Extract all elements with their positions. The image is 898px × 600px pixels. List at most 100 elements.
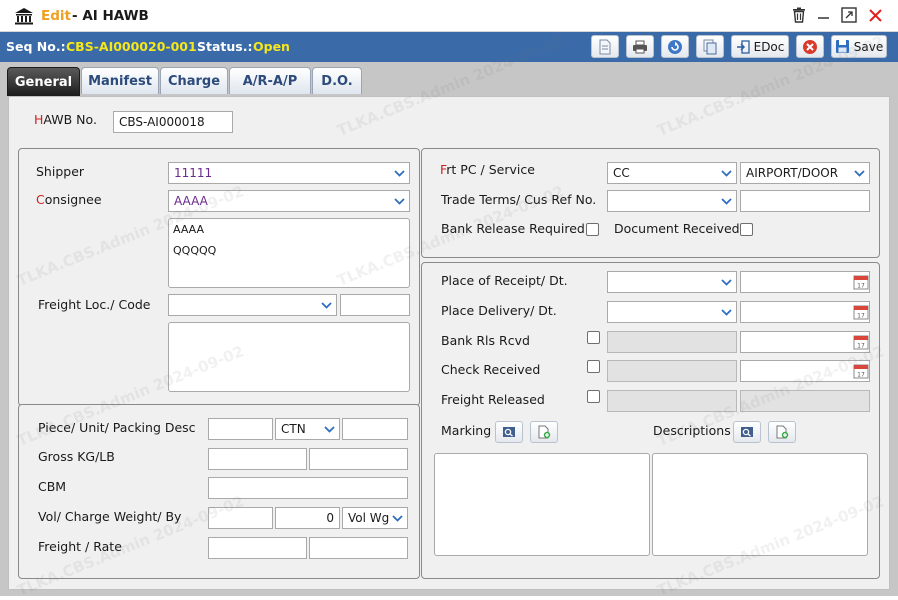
unit-select[interactable]: CTN	[275, 418, 340, 440]
chevron-down-icon	[849, 163, 869, 183]
trash-icon[interactable]	[792, 7, 806, 23]
calendar-icon[interactable]: 17	[853, 274, 869, 290]
consignee-address[interactable]: AAAA QQQQQ	[168, 218, 410, 288]
chevron-down-icon	[389, 163, 409, 183]
minimize-icon[interactable]	[817, 9, 831, 23]
status-value: Open	[253, 39, 290, 54]
cbm-input[interactable]	[208, 477, 408, 499]
gross-lb-input[interactable]	[309, 448, 408, 470]
tab-manifest[interactable]: Manifest	[81, 67, 159, 94]
edoc-button[interactable]: EDoc	[731, 35, 789, 58]
lookup-icon	[741, 427, 753, 437]
place-delivery-label: Place Delivery/ Dt.	[441, 303, 557, 318]
chevron-down-icon	[316, 295, 336, 315]
copy-icon	[703, 39, 717, 54]
frt-pc-select[interactable]: CC	[607, 162, 737, 184]
bank-release-label: Bank Release Required	[441, 221, 585, 236]
descriptions-lookup-button[interactable]	[733, 421, 761, 443]
piece-input[interactable]	[208, 418, 273, 440]
trade-terms-label: Trade Terms/ Cus Ref No.	[441, 192, 597, 207]
tab-charge[interactable]: Charge	[160, 67, 228, 94]
delivery-panel: Place of Receipt/ Dt. 17 Place Delivery/…	[421, 262, 880, 579]
cus-ref-no-input[interactable]	[740, 190, 870, 212]
rate-input[interactable]	[309, 537, 408, 559]
frt-pc-service-label: Frt PC / Service	[440, 162, 535, 177]
mode-label: Edit	[41, 8, 71, 24]
svg-text:17: 17	[857, 313, 865, 320]
check-received-date-input[interactable]	[740, 360, 870, 382]
tab-do[interactable]: D.O.	[312, 67, 362, 94]
tab-general[interactable]: General	[7, 67, 80, 96]
bank-rls-rcvd-label: Bank Rls Rcvd	[441, 333, 530, 348]
general-panel: HAWB No. CBS-AI000018 Shipper 11111 Cons…	[8, 32, 890, 600]
place-delivery-select[interactable]	[607, 301, 737, 323]
packing-desc-input[interactable]	[342, 418, 408, 440]
hawb-no-input[interactable]: CBS-AI000018	[113, 111, 233, 133]
edoc-label: EDoc	[753, 39, 785, 54]
document-button[interactable]	[591, 35, 619, 58]
vol-weight-input[interactable]	[208, 507, 273, 529]
consignee-label: Consignee	[36, 192, 102, 207]
svg-text:17: 17	[857, 283, 865, 290]
consignee-select[interactable]: AAAA	[168, 190, 410, 212]
freight-loc-address[interactable]	[168, 322, 410, 392]
cancel-icon	[803, 39, 817, 54]
calendar-icon[interactable]: 17	[853, 334, 869, 350]
status-label: Status.:	[197, 39, 253, 54]
tab-strip: General Manifest Charge A/R-A/P D.O.	[0, 62, 898, 96]
receipt-date-input[interactable]	[740, 271, 870, 293]
close-icon[interactable]	[868, 8, 883, 23]
freight-loc-select[interactable]	[168, 294, 337, 316]
calendar-icon[interactable]: 17	[853, 304, 869, 320]
bank-rls-rcvd-checkbox[interactable]	[587, 331, 600, 344]
marking-textarea[interactable]	[434, 453, 650, 556]
cbm-label: CBM	[38, 479, 67, 494]
chevron-down-icon	[716, 272, 736, 292]
calendar-icon[interactable]: 17	[853, 363, 869, 379]
copy-button[interactable]	[696, 35, 724, 58]
tab-ar-ap[interactable]: A/R-A/P	[229, 67, 311, 94]
document-received-checkbox[interactable]	[740, 223, 753, 236]
freight-released-input	[607, 390, 737, 412]
sequence-bar: Seq No.: CBS-AI000020-001 Status.: Open …	[0, 32, 898, 62]
bank-icon	[15, 8, 33, 25]
freight-released-label: Freight Released	[441, 392, 545, 407]
shipper-select[interactable]: 11111	[168, 162, 410, 184]
lookup-icon	[503, 427, 515, 437]
charge-by-select[interactable]: Vol Wg	[342, 507, 408, 529]
descriptions-textarea[interactable]	[652, 453, 868, 556]
descriptions-label: Descriptions	[653, 423, 731, 438]
check-received-input	[607, 360, 737, 382]
freight-released-checkbox[interactable]	[587, 390, 600, 403]
service-select[interactable]: AIRPORT/DOOR	[740, 162, 870, 184]
document-received-label: Document Received	[614, 221, 740, 236]
place-receipt-select[interactable]	[607, 271, 737, 293]
chevron-down-icon	[387, 508, 407, 528]
gross-kg-input[interactable]	[208, 448, 307, 470]
chevron-down-icon	[716, 163, 736, 183]
chevron-down-icon	[716, 191, 736, 211]
print-button[interactable]	[626, 35, 654, 58]
freight-input[interactable]	[208, 537, 307, 559]
floppy-icon	[835, 40, 849, 53]
place-receipt-label: Place of Receipt/ Dt.	[441, 273, 568, 288]
freight-code-input[interactable]	[340, 294, 410, 316]
marking-lookup-button[interactable]	[495, 421, 523, 443]
descriptions-add-button[interactable]	[768, 421, 796, 443]
bank-rls-date-input[interactable]	[740, 331, 870, 353]
cancel-button[interactable]	[796, 35, 824, 58]
delivery-date-input[interactable]	[740, 301, 870, 323]
save-button[interactable]: Save	[831, 35, 887, 58]
bank-release-checkbox[interactable]	[586, 223, 599, 236]
window-title: - AI HAWB	[72, 8, 149, 24]
maximize-icon[interactable]	[841, 7, 857, 23]
content-area: HAWB No. CBS-AI000018 Shipper 11111 Cons…	[0, 32, 898, 600]
marking-add-button[interactable]	[530, 421, 558, 443]
charge-weight-input[interactable]: 0	[275, 507, 340, 529]
svg-text:17: 17	[857, 343, 865, 350]
piece-unit-label: Piece/ Unit/ Packing Desc	[38, 420, 196, 435]
chevron-down-icon	[319, 419, 339, 439]
check-received-checkbox[interactable]	[587, 360, 600, 373]
refresh-button[interactable]	[661, 35, 689, 58]
trade-terms-select[interactable]	[607, 190, 737, 212]
